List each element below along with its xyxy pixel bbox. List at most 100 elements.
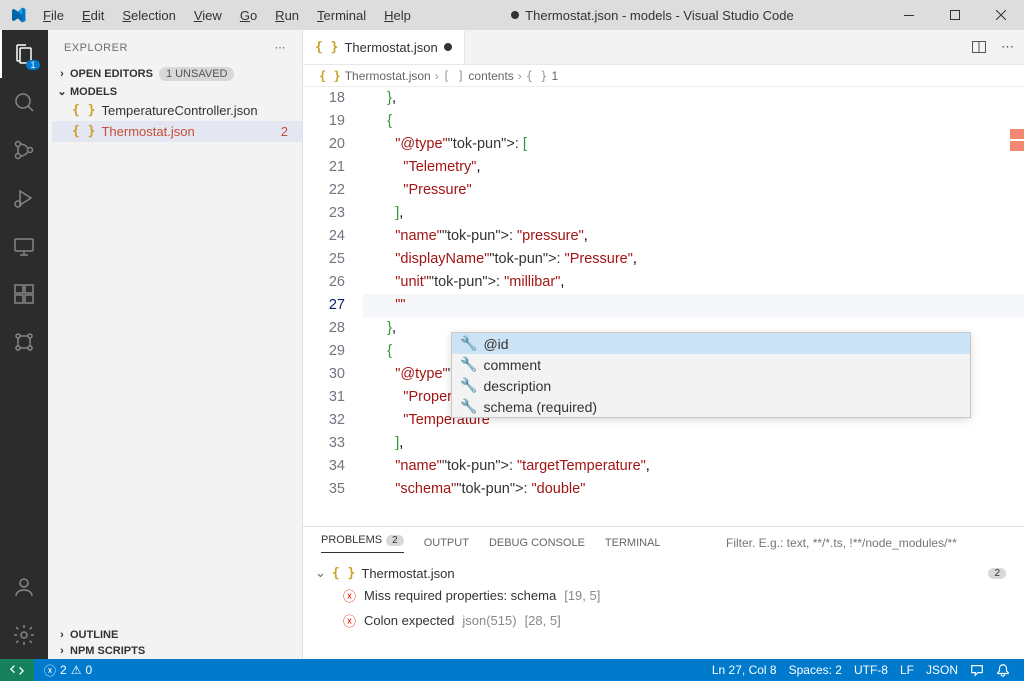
editor-group: { } Thermostat.json ⋯ { } Thermostat.jso… <box>303 30 1024 659</box>
suggest-item[interactable]: 🔧 description <box>452 375 970 396</box>
minimize-button[interactable] <box>886 0 932 30</box>
sidebar-title: EXPLORER <box>64 42 128 54</box>
suggest-label: comment <box>483 357 541 373</box>
menu-bar: File Edit Selection View Go Run Terminal… <box>35 4 419 27</box>
breadcrumb-seg[interactable]: 1 <box>551 69 558 83</box>
error-icon: ⓧ <box>44 662 56 679</box>
folder-section[interactable]: ⌄ MODELS <box>48 83 302 100</box>
problem-location: [28, 5] <box>525 613 561 628</box>
filter-input[interactable] <box>726 536 1006 550</box>
status-bar: ⓧ2⚠0 Ln 27, Col 8 Spaces: 2 UTF-8 LF JSO… <box>0 659 1024 681</box>
activity-account[interactable] <box>0 563 48 611</box>
status-encoding[interactable]: UTF-8 <box>848 663 894 677</box>
more-icon[interactable]: ⋯ <box>275 41 287 54</box>
code-area[interactable]: }, { "@type""tok-pun">: [ "Telemetry", "… <box>363 87 1024 526</box>
problem-file-name: Thermostat.json <box>361 566 454 581</box>
problem-item[interactable]: ⓧ Colon expected json(515) [28, 5] <box>315 608 1012 633</box>
close-button[interactable] <box>978 0 1024 30</box>
problem-message: Miss required properties: schema <box>364 588 556 603</box>
remote-indicator[interactable] <box>0 659 34 681</box>
problem-file-row[interactable]: ⌄ { } Thermostat.json 2 <box>315 563 1012 583</box>
file-name: TemperatureController.json <box>101 103 257 118</box>
status-lncol[interactable]: Ln 27, Col 8 <box>706 663 783 677</box>
title-bar: File Edit Selection View Go Run Terminal… <box>0 0 1024 30</box>
line-numbers: 181920212223242526272829303132333435 <box>303 87 363 526</box>
wrench-icon: 🔧 <box>460 335 477 352</box>
activity-search[interactable] <box>0 78 48 126</box>
status-language[interactable]: JSON <box>920 663 964 677</box>
warning-icon: ⚠ <box>71 663 82 677</box>
more-icon[interactable]: ⋯ <box>1001 39 1014 55</box>
error-icon: ⓧ <box>343 611 356 630</box>
status-spaces[interactable]: Spaces: 2 <box>783 663 848 677</box>
problem-item[interactable]: ⓧ Miss required properties: schema [19, … <box>315 583 1012 608</box>
menu-view[interactable]: View <box>186 4 230 27</box>
file-item-temperature-controller[interactable]: { } TemperatureController.json <box>52 100 302 121</box>
tab-problems[interactable]: PROBLEMS2 <box>321 534 404 553</box>
suggest-label: @id <box>483 336 508 352</box>
breadcrumb-seg[interactable]: contents <box>468 69 513 83</box>
open-editors-section[interactable]: › OPEN EDITORS 1 UNSAVED <box>48 65 302 83</box>
chevron-down-icon: ⌄ <box>54 85 70 98</box>
sidebar: EXPLORER ⋯ › OPEN EDITORS 1 UNSAVED ⌄ MO… <box>48 30 303 659</box>
suggest-item[interactable]: 🔧comment <box>452 354 970 375</box>
menu-run[interactable]: Run <box>267 4 307 27</box>
breadcrumb[interactable]: { } Thermostat.json › [ ] contents › { }… <box>303 65 1024 87</box>
menu-file[interactable]: File <box>35 4 72 27</box>
menu-go[interactable]: Go <box>232 4 265 27</box>
menu-selection[interactable]: Selection <box>114 4 183 27</box>
split-editor-icon[interactable] <box>971 39 987 55</box>
error-count: 2 <box>281 124 294 139</box>
npm-section[interactable]: › NPM SCRIPTS <box>48 643 302 659</box>
activity-remote[interactable] <box>0 222 48 270</box>
outline-section[interactable]: › OUTLINE <box>48 627 302 643</box>
code-editor[interactable]: 181920212223242526272829303132333435 }, … <box>303 87 1024 526</box>
status-eol[interactable]: LF <box>894 663 920 677</box>
suggest-item[interactable]: 🔧 @id <box>452 333 970 354</box>
activity-debug[interactable] <box>0 174 48 222</box>
activity-explorer[interactable]: 1 <box>0 30 48 78</box>
tab-bar: { } Thermostat.json ⋯ <box>303 30 1024 65</box>
overview-ruler[interactable] <box>1010 129 1024 153</box>
npm-label: NPM SCRIPTS <box>70 645 145 657</box>
bell-icon[interactable] <box>990 663 1016 677</box>
suggest-label: description <box>483 378 551 394</box>
status-errors[interactable]: ⓧ2⚠0 <box>38 662 98 679</box>
chevron-down-icon: ⌄ <box>315 565 326 581</box>
tab-terminal[interactable]: TERMINAL <box>605 537 661 549</box>
feedback-icon[interactable] <box>964 663 990 677</box>
app-logo <box>0 7 35 23</box>
activity-extensions[interactable] <box>0 270 48 318</box>
wrench-icon: 🔧 <box>460 377 477 394</box>
tab-thermostat[interactable]: { } Thermostat.json <box>303 30 465 64</box>
chevron-right-icon: › <box>54 645 70 657</box>
tab-output[interactable]: OUTPUT <box>424 537 469 549</box>
tab-label: Thermostat.json <box>344 40 437 55</box>
tab-debug-console[interactable]: DEBUG CONSOLE <box>489 537 585 549</box>
problem-file-count: 2 <box>988 568 1006 579</box>
panel-tabs: PROBLEMS2 OUTPUT DEBUG CONSOLE TERMINAL <box>303 527 1024 559</box>
chevron-right-icon: › <box>54 629 70 641</box>
activity-dtdl[interactable] <box>0 318 48 366</box>
folder-label: MODELS <box>70 86 117 98</box>
problems-list: ⌄ { } Thermostat.json 2 ⓧ Miss required … <box>303 559 1024 659</box>
maximize-button[interactable] <box>932 0 978 30</box>
breadcrumb-file[interactable]: Thermostat.json <box>345 69 431 83</box>
activity-settings[interactable] <box>0 611 48 659</box>
bottom-panel: PROBLEMS2 OUTPUT DEBUG CONSOLE TERMINAL … <box>303 526 1024 659</box>
unsaved-badge: 1 UNSAVED <box>159 67 235 81</box>
json-icon: { } <box>72 103 95 118</box>
activity-scm[interactable] <box>0 126 48 174</box>
error-marker[interactable] <box>1010 141 1024 151</box>
menu-terminal[interactable]: Terminal <box>309 4 374 27</box>
file-item-thermostat[interactable]: { } Thermostat.json 2 <box>52 121 302 142</box>
json-icon: { } <box>315 40 338 55</box>
sidebar-header: EXPLORER ⋯ <box>48 30 302 65</box>
modified-dot-icon <box>511 11 519 19</box>
error-marker[interactable] <box>1010 129 1024 139</box>
problem-source: json(515) <box>462 613 516 628</box>
suggest-item[interactable]: 🔧schema (required) <box>452 396 970 417</box>
menu-help[interactable]: Help <box>376 4 419 27</box>
suggest-widget[interactable]: 🔧 @id 🔧comment 🔧 description 🔧schema (requ… <box>451 332 971 418</box>
menu-edit[interactable]: Edit <box>74 4 112 27</box>
